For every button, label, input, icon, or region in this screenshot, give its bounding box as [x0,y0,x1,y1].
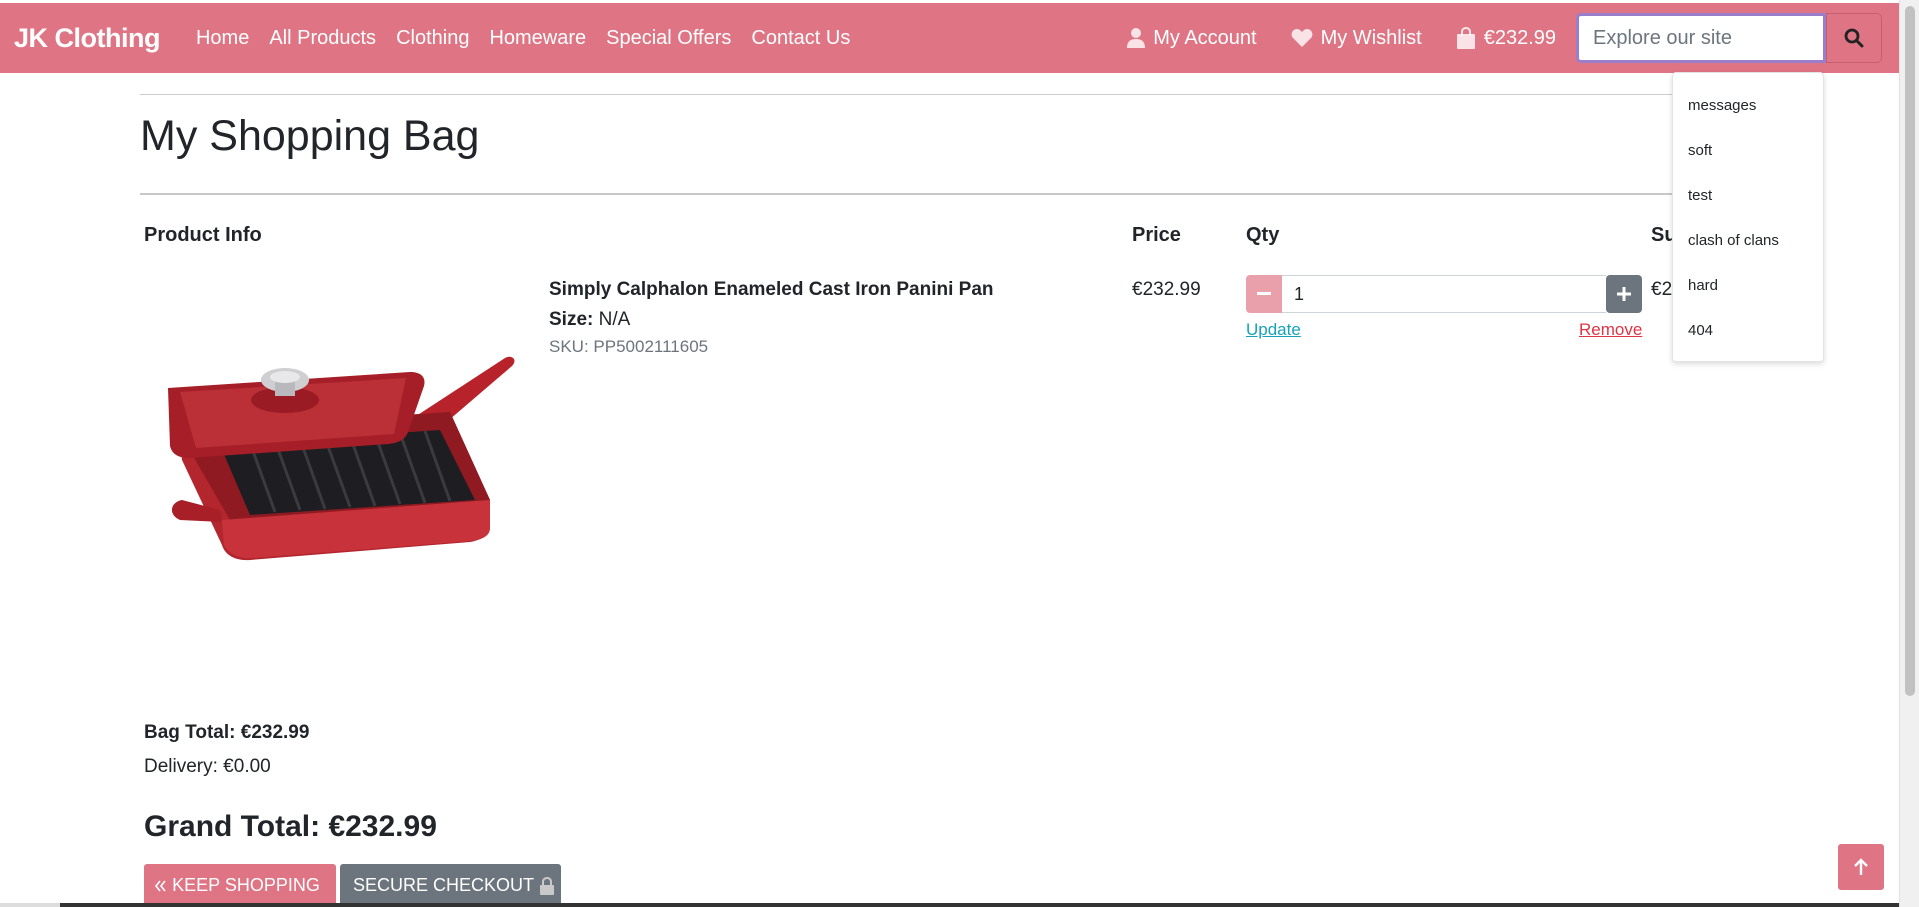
secure-checkout-label: SECURE CHECKOUT [352,875,535,895]
arrow-up-icon [1854,858,1868,875]
bottom-edge [0,903,1899,907]
secure-checkout-button[interactable]: SECURE CHECKOUT [340,864,561,907]
nav-link-special-offers[interactable]: Special Offers [606,27,731,50]
my-account-label: My Account [1153,26,1257,49]
page-title: My Shopping Bag [140,112,480,160]
suggestion-item[interactable]: hard [1673,263,1823,308]
bag-total: Bag Total: €232.99 [144,722,310,743]
product-image [168,356,515,561]
heart-icon [1291,29,1313,47]
column-header-price: Price [1132,224,1181,246]
nav-right: My Account My Wishlist €232.99 [1127,3,1899,73]
product-size: Size: N/A [549,309,630,331]
nav-link-clothing[interactable]: Clothing [396,27,469,50]
title-divider [140,193,1760,195]
product-price: €232.99 [1132,279,1201,300]
search-icon [1844,28,1864,48]
delivery-cost: Delivery: €0.00 [144,756,271,777]
quantity-input[interactable]: 1 [1282,275,1606,313]
back-to-top-button[interactable] [1838,844,1884,890]
search-suggestions-dropdown: messages soft test clash of clans hard 4… [1672,72,1824,362]
main-nav: Home All Products Clothing Homeware Spec… [176,27,850,50]
lock-icon [540,876,555,895]
my-wishlist-link[interactable]: My Wishlist [1291,27,1422,50]
product-sku: SKU: PP5002111605 [549,337,709,356]
my-account-link[interactable]: My Account [1127,26,1257,50]
user-icon [1127,28,1146,48]
shopping-bag-link[interactable]: €232.99 [1456,27,1556,50]
nav-link-all-products[interactable]: All Products [269,27,376,50]
suggestion-item[interactable]: messages [1673,83,1823,128]
suggestion-item[interactable]: soft [1673,128,1823,173]
suggestion-item[interactable]: test [1673,173,1823,218]
nav-link-contact-us[interactable]: Contact Us [751,27,850,50]
quantity-stepper: 1 [1246,275,1642,313]
search-form [1576,13,1882,63]
scrollbar-thumb[interactable] [1905,6,1915,696]
keep-shopping-button[interactable]: KEEP SHOPPING [144,864,336,907]
product-subtotal: €2 [1651,279,1673,300]
column-header-product-info: Product Info [144,224,262,246]
size-label: Size: [549,309,594,330]
navbar: JK Clothing Home All Products Clothing H… [0,3,1899,73]
brand-logo[interactable]: JK Clothing [14,23,160,54]
remove-link[interactable]: Remove [1579,320,1642,340]
top-divider [140,94,1760,95]
page-scrollbar[interactable] [1899,0,1919,907]
column-header-qty: Qty [1246,224,1280,246]
keep-shopping-label: KEEP SHOPPING [172,875,320,895]
shopping-bag-icon [1456,27,1475,49]
product-name: Simply Calphalon Enameled Cast Iron Pani… [549,279,994,300]
decrement-qty-button[interactable] [1246,275,1282,313]
minus-icon [1257,292,1271,295]
bottom-edge-light [0,903,60,907]
plus-icon [1617,287,1631,301]
update-link[interactable]: Update [1246,320,1301,340]
search-button[interactable] [1826,13,1882,63]
double-chevron-left-icon [155,880,166,891]
search-input[interactable] [1576,13,1826,63]
grand-total: Grand Total: €232.99 [144,810,437,843]
nav-link-home[interactable]: Home [196,27,249,50]
suggestion-item[interactable]: clash of clans [1673,218,1823,263]
bag-total-label: €232.99 [1483,26,1556,49]
suggestion-item[interactable]: 404 [1673,308,1823,353]
size-value: N/A [598,309,631,330]
my-wishlist-label: My Wishlist [1320,26,1422,49]
nav-link-homeware[interactable]: Homeware [489,27,586,50]
increment-qty-button[interactable] [1606,275,1642,313]
